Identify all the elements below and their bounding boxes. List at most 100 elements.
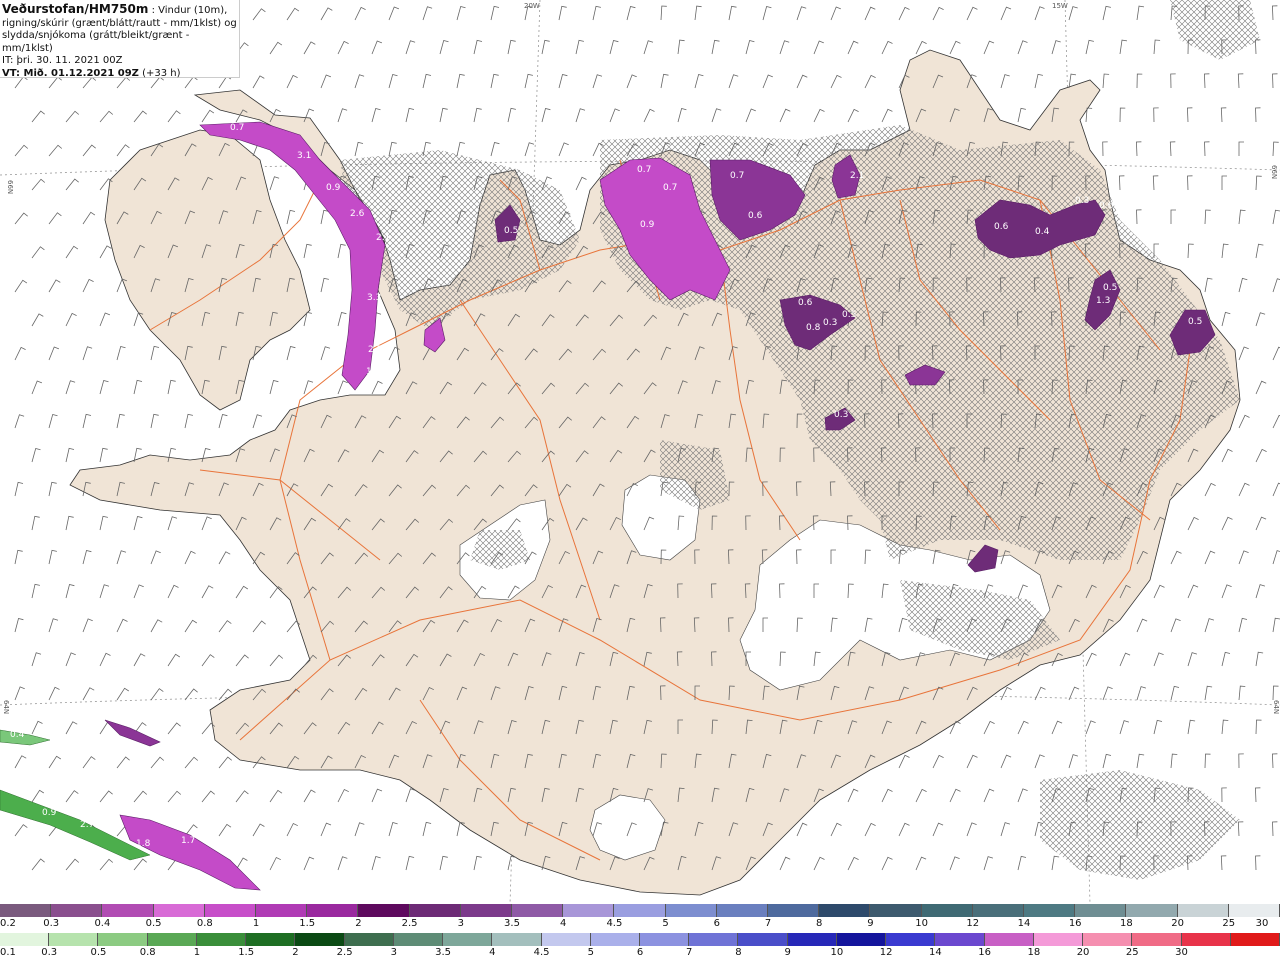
colorbar-swatch [972, 904, 1024, 917]
wind-barb [592, 5, 601, 21]
wind-barb [1119, 39, 1128, 55]
colorbar-swatch [102, 904, 154, 917]
wind-barb [932, 6, 944, 21]
wind-barb [1238, 209, 1246, 225]
colorbar-label: 8 [735, 947, 742, 958]
wind-barb [235, 654, 249, 667]
wind-barb [116, 346, 126, 361]
lat-label-66n-right: 66N [1270, 165, 1278, 179]
colorbar-label: 0.5 [145, 918, 162, 929]
wind-barb [677, 108, 687, 123]
wind-barb [422, 821, 432, 837]
wind-barb [1204, 209, 1211, 225]
colorbar-label: 5 [587, 947, 594, 958]
wind-barb [1153, 584, 1165, 599]
wind-barb [116, 144, 130, 157]
wind-barb [1255, 243, 1264, 259]
wind-barb [1153, 39, 1161, 55]
wind-barb [1000, 822, 1011, 837]
colorbar-label: 0.8 [139, 947, 156, 958]
wind-barb [31, 178, 46, 191]
colorbar-label: 0.8 [196, 918, 213, 929]
colorbar-label: 7 [686, 947, 693, 958]
colorbar-swatch [409, 904, 461, 917]
wind-barb [31, 448, 41, 463]
wind-barb [48, 686, 60, 701]
wind-barb [779, 108, 791, 123]
wind-barb [1220, 107, 1227, 123]
colorbar-label: 2 [355, 918, 362, 929]
precip-value-label: 0.4 [10, 730, 25, 740]
wind-barb [813, 40, 824, 55]
wind-barb [388, 141, 397, 157]
wind-barb [320, 277, 329, 293]
wind-barb [1119, 720, 1130, 735]
wind-barb [388, 822, 398, 837]
wind-barb [1102, 686, 1113, 701]
wind-barb [320, 74, 332, 89]
wind-barb [31, 789, 45, 803]
wind-barb [48, 481, 57, 497]
wind-barb [303, 41, 316, 55]
wind-barb [1118, 175, 1125, 191]
wind-barb [1272, 821, 1278, 837]
wind-barb [949, 40, 961, 55]
wind-barb [150, 756, 165, 769]
colorbar-rain-labels: 0.1 0.3 0.5 0.8 1 1.5 2 2.5 3 3.5 4 4.5 5 6 7 8 9 10 12 14 1… [0, 947, 1280, 959]
wind-barb [82, 687, 95, 701]
snow-streak-ocean [104, 719, 161, 747]
wind-barb [320, 7, 333, 21]
wind-barb [31, 720, 43, 735]
wind-barb [303, 243, 312, 259]
wind-barb [1255, 380, 1267, 395]
wind-barb [31, 515, 40, 531]
colorbar-label: 6 [636, 947, 644, 958]
wind-barb [1170, 209, 1176, 224]
precip-value-label: 0.6 [798, 298, 813, 308]
wind-barb [1238, 482, 1250, 497]
wind-barb [48, 549, 57, 565]
wind-barb [847, 108, 859, 123]
wind-barb [167, 584, 179, 599]
wind-barb [677, 39, 685, 55]
colorbar-swatch [1177, 904, 1229, 917]
colorbar-swatch [512, 904, 564, 917]
wind-barb [82, 413, 92, 429]
wind-barb [1000, 6, 1012, 21]
wind-barb [592, 74, 603, 89]
colorbar-swatch [0, 904, 52, 917]
wind-barb [269, 789, 283, 803]
wind-barb [983, 788, 995, 803]
wind-barb [609, 108, 620, 123]
colorbar-label: 12 [879, 947, 893, 958]
wind-barb [1238, 346, 1249, 361]
wind-barb [1135, 141, 1142, 157]
colorbar-label: 0.3 [41, 947, 58, 958]
wind-barb [1034, 686, 1046, 701]
colorbar-swatch [246, 933, 296, 946]
wind-barb [252, 414, 263, 429]
wind-barb [99, 380, 109, 395]
lat-label-66n-left: 66N [6, 180, 14, 194]
precip-value-label: 0.7 [730, 171, 744, 181]
colorbar-label: 0.3 [43, 918, 60, 929]
wind-barb [490, 142, 500, 157]
wind-barb [864, 74, 876, 89]
colorbar-label: 4.5 [533, 947, 550, 958]
colorbar-label: 0.1 [0, 947, 16, 958]
wind-barb [864, 822, 876, 837]
colorbar-swatch [935, 933, 985, 946]
wind-barb [1068, 6, 1078, 21]
wind-barb [303, 856, 315, 871]
wind-barb [1272, 482, 1280, 497]
precip-value-label: 2.5 [368, 345, 382, 355]
colorbar-swatch [307, 904, 359, 917]
wind-barb [1102, 141, 1108, 157]
wind-barb [507, 39, 516, 55]
precip-value-label: 0.8 [806, 323, 821, 333]
wind-barb [354, 141, 364, 157]
wind-barb [1272, 73, 1278, 89]
wind-barb [371, 108, 381, 123]
wind-barb [830, 74, 842, 89]
wind-barb [1136, 753, 1145, 769]
